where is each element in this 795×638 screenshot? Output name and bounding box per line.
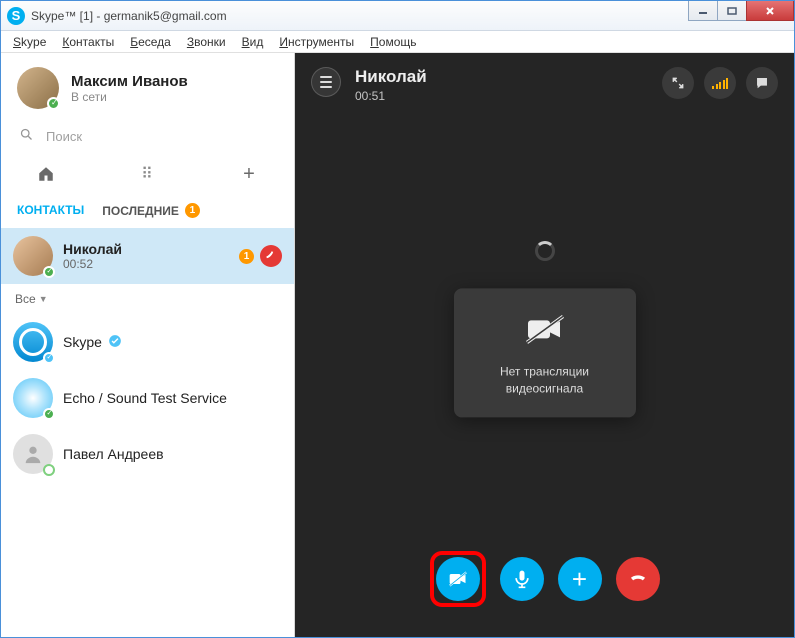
add-participant-button[interactable]: + [558,557,602,601]
sidebar-tabs: КОНТАКТЫ ПОСЛЕДНИЕ 1 [1,195,294,228]
contact-name: Skype [63,334,102,350]
menu-calls[interactable]: Звонки [181,33,232,51]
filter-label: Все [15,292,36,306]
menu-skype[interactable]: Skype [7,33,52,51]
avatar [13,236,53,276]
call-controls: + [430,551,660,607]
no-video-panel: Нет трансляции видеосигнала [454,288,636,417]
camera-toggle-button[interactable] [436,557,480,601]
window-title: Skype™ [1] - germanik5@gmail.com [31,9,227,23]
searchbar[interactable] [1,119,294,159]
loading-spinner-icon [535,241,555,261]
avatar [13,322,53,362]
home-icon[interactable] [37,165,55,183]
end-call-button[interactable] [616,557,660,601]
presence-online-icon [47,97,60,110]
avatar [17,67,59,109]
nav-icons: ⠿ + [1,159,294,195]
search-icon [19,127,34,145]
chevron-down-icon: ▼ [39,294,48,304]
contact-row[interactable]: Павел Андреев [1,426,294,482]
plus-icon: + [572,566,587,592]
presence-online-icon [43,266,55,278]
contact-row[interactable]: Echo / Sound Test Service [1,370,294,426]
filter-dropdown[interactable]: Все ▼ [1,284,294,314]
menu-tools[interactable]: Инструменты [273,33,360,51]
menubar: Skype Контакты Беседа Звонки Вид Инструм… [1,31,794,53]
contact-name: Echo / Sound Test Service [63,390,227,406]
signal-strength-button[interactable] [704,67,736,99]
contact-call-time: 00:52 [63,257,122,271]
skype-logo-icon: S [7,7,25,25]
profile-header[interactable]: Максим Иванов В сети [1,53,294,119]
search-input[interactable] [44,128,276,145]
chat-button[interactable] [746,67,778,99]
titlebar: S Skype™ [1] - germanik5@gmail.com [1,1,794,31]
verified-badge-icon [108,334,122,351]
presence-verified-icon [43,352,55,364]
camera-toggle-highlight [430,551,486,607]
call-menu-button[interactable] [311,67,341,97]
tab-recent[interactable]: ПОСЛЕДНИЕ 1 [102,203,200,218]
call-pane: Николай 00:51 [295,53,794,637]
contact-name: Николай [63,241,122,257]
sidebar: Максим Иванов В сети ⠿ + КОНТАКТЫ ПОСЛЕД… [1,53,295,637]
add-icon[interactable]: + [240,165,258,183]
tab-contacts[interactable]: КОНТАКТЫ [17,203,84,218]
dialpad-icon[interactable]: ⠿ [139,165,157,183]
close-button[interactable] [746,1,794,21]
avatar [13,434,53,474]
presence-online-icon [43,408,55,420]
signal-bars-icon [712,77,728,89]
call-header: Николай 00:51 [295,53,794,117]
fullscreen-button[interactable] [662,67,694,99]
call-timer: 00:51 [355,89,427,103]
contact-row[interactable]: Skype [1,314,294,370]
call-peer-name: Николай [355,67,427,87]
minimize-button[interactable] [688,1,718,21]
contact-row-active[interactable]: Николай 00:52 1 [1,228,294,284]
contact-name: Павел Андреев [63,446,164,462]
presence-idle-icon [43,464,55,476]
menu-help[interactable]: Помощь [364,33,422,51]
avatar [13,378,53,418]
no-video-text: Нет трансляции видеосигнала [464,363,626,397]
menu-contacts[interactable]: Контакты [56,33,120,51]
profile-name: Максим Иванов [71,73,188,90]
window-controls [689,1,794,21]
unread-badge: 1 [239,249,254,264]
camera-off-icon [464,314,626,349]
hangup-mini-button[interactable] [260,245,282,267]
tab-recent-label: ПОСЛЕДНИЕ [102,204,179,218]
recent-badge: 1 [185,203,200,218]
menu-view[interactable]: Вид [236,33,270,51]
mic-toggle-button[interactable] [500,557,544,601]
maximize-button[interactable] [717,1,747,21]
profile-status: В сети [71,90,188,104]
menu-conversation[interactable]: Беседа [124,33,177,51]
